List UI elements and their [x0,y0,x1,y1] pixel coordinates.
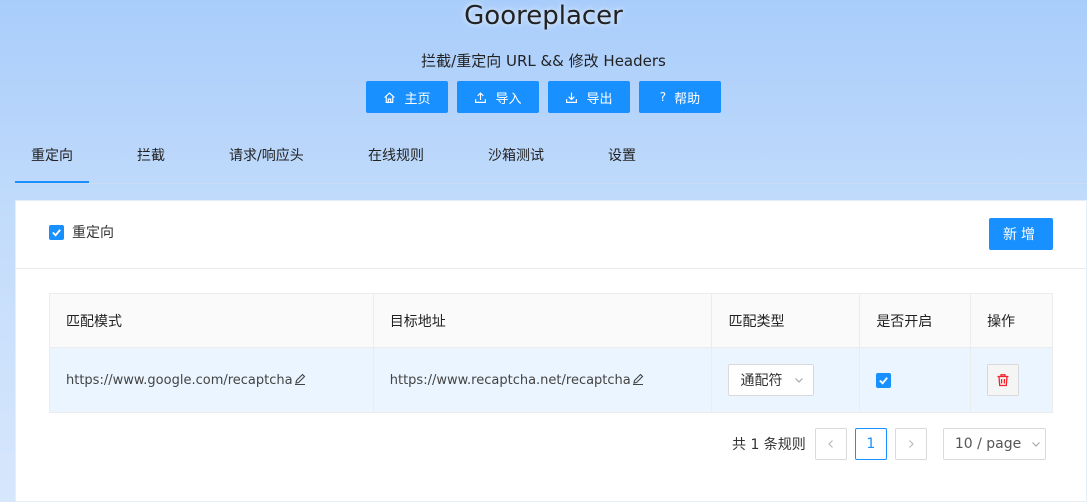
cell-actions [970,347,1053,413]
cell-target: https://www.recaptcha.net/recaptcha [372,347,713,413]
home-icon [384,91,396,103]
home-button[interactable]: 主页 [366,81,448,113]
table-header-row: 匹配模式 目标地址 匹配类型 是否开启 操作 [49,293,1053,348]
add-rule-button[interactable]: 新增 [989,218,1053,250]
tab-headers[interactable]: 请求/响应头 [229,140,304,184]
chevron-left-icon [827,440,833,448]
enabled-checkbox[interactable] [876,372,892,388]
page-1-button[interactable]: 1 [854,428,887,460]
column-header-actions: 操作 [970,293,1053,348]
next-page-button[interactable] [894,428,927,460]
import-button-label: 导入 [495,91,522,107]
redirect-toggle[interactable]: 重定向 [49,222,114,242]
column-header-target: 目标地址 [372,293,713,348]
home-button-label: 主页 [404,91,431,107]
redirect-checkbox[interactable] [49,224,64,240]
app-subtitle: 拦截/重定向 URL && 修改 Headers [421,52,666,70]
column-header-match-type: 匹配类型 [711,293,861,348]
redirect-toggle-label: 重定向 [72,225,114,241]
check-icon [52,228,61,237]
delete-rule-button[interactable] [987,364,1020,396]
tab-intercept[interactable]: 拦截 [137,140,165,184]
top-toolbar: 主页 导入 导出 ? 帮助 [0,81,1087,113]
column-header-pattern: 匹配模式 [49,293,374,348]
rules-table: 匹配模式 目标地址 匹配类型 是否开启 操作 https://www.googl… [49,293,1053,413]
help-button-label: 帮助 [674,91,701,107]
tab-bar: 重定向 拦截 请求/响应头 在线规则 沙箱测试 设置 [15,140,1087,184]
column-header-enabled: 是否开启 [859,293,972,348]
download-icon [566,92,578,103]
chevron-down-icon [795,378,804,383]
export-button-label: 导出 [586,91,613,107]
tab-settings[interactable]: 设置 [608,140,636,184]
total-count: 共 1 条规则 [732,437,806,453]
chevron-down-icon [1032,442,1041,447]
import-button[interactable]: 导入 [457,81,539,113]
page-size-value: 10 / page [954,436,1022,452]
table-row: https://www.google.com/recaptcha https:/… [49,347,1053,413]
edit-pattern-icon[interactable] [294,373,306,385]
check-icon [879,376,889,385]
upload-icon [475,91,487,103]
active-tab-indicator [15,181,89,183]
help-button[interactable]: ? 帮助 [639,81,721,113]
cell-pattern: https://www.google.com/recaptcha [49,347,374,413]
pattern-text: https://www.google.com/recaptcha [66,372,293,388]
target-text: https://www.recaptcha.net/recaptcha [389,372,631,388]
tab-online-rules[interactable]: 在线规则 [368,140,424,184]
match-type-value: 通配符 [740,373,783,389]
redirect-panel: 重定向 新增 匹配模式 目标地址 匹配类型 是否开启 操作 https://ww… [15,200,1087,502]
match-type-select[interactable]: 通配符 [728,364,815,396]
tab-sandbox[interactable]: 沙箱测试 [488,140,544,184]
app-title: Gooreplacer [464,1,623,31]
chevron-right-icon [908,440,914,448]
export-button[interactable]: 导出 [548,81,630,113]
tab-redirect[interactable]: 重定向 [31,140,73,184]
panel-header: 重定向 新增 [16,201,1086,269]
pagination: 共 1 条规则 1 10 / page [732,428,1046,460]
edit-target-icon[interactable] [632,373,644,385]
trash-icon [997,374,1009,387]
question-icon: ? [659,90,667,104]
prev-page-button[interactable] [814,428,847,460]
cell-enabled [859,347,972,413]
page-size-select[interactable]: 10 / page [942,428,1046,460]
cell-match-type: 通配符 [711,347,861,413]
